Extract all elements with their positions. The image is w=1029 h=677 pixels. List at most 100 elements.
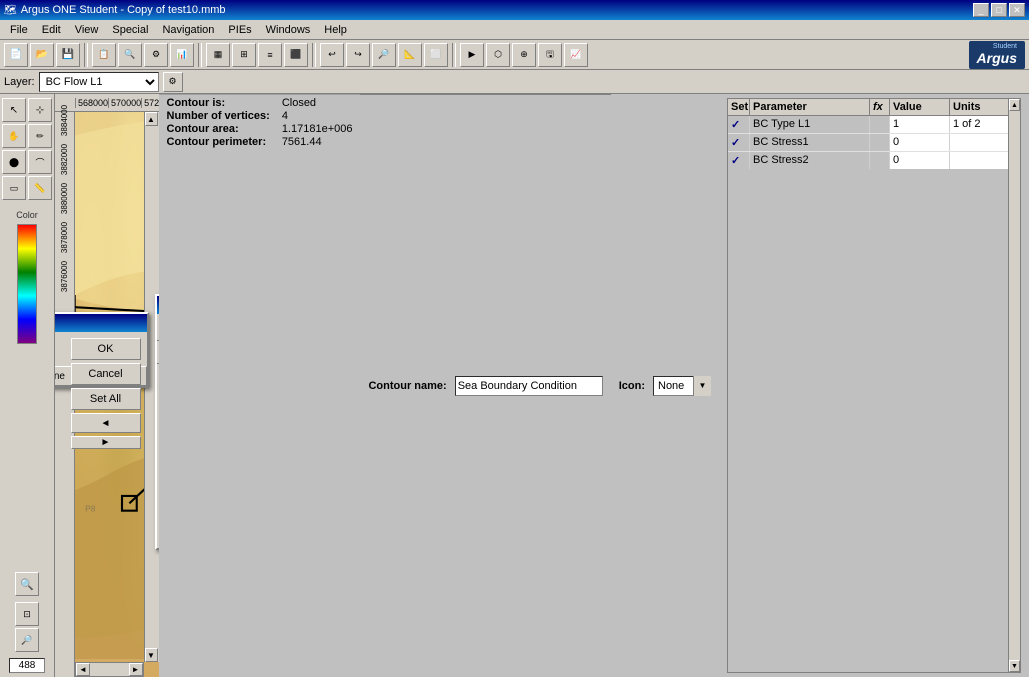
- table-scroll-up[interactable]: ▲: [1009, 99, 1020, 111]
- window-controls: _ □ ✕: [973, 3, 1025, 17]
- region-tool[interactable]: ▭: [2, 176, 26, 200]
- contour-area-label: Contour area:: [167, 123, 270, 135]
- pan-tool[interactable]: ✋: [2, 124, 26, 148]
- measure-tool[interactable]: 📏: [28, 176, 52, 200]
- row1-param: BC Stress1: [750, 134, 870, 151]
- draw-tool[interactable]: ✏: [28, 124, 52, 148]
- tool-row-5: 🔍: [15, 572, 39, 596]
- argus-logo: Student Argus: [969, 41, 1025, 69]
- row0-fx: [870, 116, 890, 133]
- table-scroll-down[interactable]: ▼: [1009, 660, 1020, 672]
- zoom-tool[interactable]: ⊹: [28, 98, 52, 122]
- row1-fx: [870, 134, 890, 151]
- main-toolbar: 📄 📂 💾 📋 🔍 ⚙ 📊 ▦ ⊞ ≡ ⬛ ↩ ↪ 🔎 📐 ⬜ ▶ ⬡ ⊕ 🖫 …: [0, 40, 1029, 70]
- row1-check: ✓: [728, 134, 750, 151]
- menu-navigation[interactable]: Navigation: [156, 22, 220, 38]
- menu-special[interactable]: Special: [106, 22, 154, 38]
- cancel-button[interactable]: Cancel: [71, 363, 141, 385]
- vruler-0: 3884000: [60, 105, 69, 136]
- contour-dialog: Contour Information i Please enter value…: [55, 312, 149, 388]
- tb-btn16[interactable]: ⊕: [512, 43, 536, 67]
- tb-btn8[interactable]: ⬛: [284, 43, 308, 67]
- toolbar-sep2: [198, 43, 202, 67]
- logo-student: Student: [993, 43, 1017, 50]
- open-button[interactable]: 📂: [30, 43, 54, 67]
- tb-btn14[interactable]: ▶: [460, 43, 484, 67]
- vruler-2: 3880000: [60, 183, 69, 214]
- tb-btn3[interactable]: ⚙: [144, 43, 168, 67]
- col-set: Set: [728, 99, 750, 115]
- layer-settings-button[interactable]: ⚙: [163, 72, 183, 92]
- tb-btn13[interactable]: ⬜: [424, 43, 448, 67]
- arc-tool[interactable]: ⌒: [28, 150, 52, 174]
- tb-btn4[interactable]: 📊: [170, 43, 194, 67]
- tb-btn2[interactable]: 🔍: [118, 43, 142, 67]
- tb-btn7[interactable]: ≡: [258, 43, 282, 67]
- nav-forward-button[interactable]: ►: [71, 436, 141, 449]
- new-button[interactable]: 📄: [4, 43, 28, 67]
- row2-value[interactable]: 0: [890, 152, 950, 169]
- contour-perimeter-label: Contour perimeter:: [167, 136, 270, 148]
- tb-btn11[interactable]: 🔎: [372, 43, 396, 67]
- layers-scroll-bottom: ▼: [157, 532, 159, 548]
- save-button[interactable]: 💾: [56, 43, 80, 67]
- tb-btn1[interactable]: 📋: [92, 43, 116, 67]
- menu-view[interactable]: View: [69, 22, 105, 38]
- contour-dialog-title[interactable]: Contour Information: [55, 314, 147, 332]
- contour-info-section: i Please enter value for this contour: O…: [55, 332, 147, 366]
- select-tool[interactable]: ↖: [2, 98, 26, 122]
- contour-perimeter-value: 7561.44: [282, 136, 353, 148]
- tb-btn5[interactable]: ▦: [206, 43, 230, 67]
- maximize-button[interactable]: □: [991, 3, 1007, 17]
- tb-btn17[interactable]: 🖫: [538, 43, 562, 67]
- icon-select[interactable]: None Arrow Circle Square: [653, 376, 711, 396]
- layer-label: Layer:: [4, 76, 35, 88]
- scroll-left-button[interactable]: ◄: [76, 663, 90, 676]
- node-tool[interactable]: ⬤: [2, 150, 26, 174]
- layer-select[interactable]: BC Flow L1: [39, 72, 159, 92]
- contour-action-buttons: OK Cancel Set All ◄ ►: [71, 338, 141, 449]
- table-row-0: ✓ BC Type L1 1 1 of 2: [728, 116, 1020, 134]
- table-scrollbar[interactable]: ▲ ▼: [1008, 99, 1020, 672]
- zoom-fit-tool[interactable]: ⊡: [15, 602, 39, 626]
- set-all-button[interactable]: Set All: [71, 388, 141, 410]
- zoom-in-tool[interactable]: 🔍: [15, 572, 39, 596]
- zoom-out-tool[interactable]: 🔎: [15, 628, 39, 652]
- menu-pies[interactable]: PIEs: [222, 22, 257, 38]
- menu-bar: File Edit View Special Navigation PIEs W…: [0, 20, 1029, 40]
- tb-btn12[interactable]: 📐: [398, 43, 422, 67]
- tb-btn15[interactable]: ⬡: [486, 43, 510, 67]
- minimize-button[interactable]: _: [973, 3, 989, 17]
- scroll-up-button[interactable]: ▲: [145, 112, 158, 126]
- nav-tools: ⊡ 🔎: [15, 602, 39, 652]
- tb-btn18[interactable]: 📈: [564, 43, 588, 67]
- row1-value[interactable]: 0: [890, 134, 950, 151]
- ok-button[interactable]: OK: [71, 338, 141, 360]
- menu-edit[interactable]: Edit: [36, 22, 67, 38]
- menu-windows[interactable]: Windows: [260, 22, 317, 38]
- name-label: Contour name:: [368, 380, 446, 392]
- color-bar[interactable]: [17, 224, 37, 344]
- horizontal-scrollbar[interactable]: ◄ ►: [75, 662, 144, 677]
- layers-dialog-title[interactable]: 🗂 Layers of Copy of test10.mmb ✕: [157, 296, 159, 314]
- num-vertices-value: 4: [282, 110, 353, 122]
- tb-btn6[interactable]: ⊞: [232, 43, 256, 67]
- row0-value[interactable]: 1: [890, 116, 950, 133]
- menu-help[interactable]: Help: [318, 22, 353, 38]
- tb-btn9[interactable]: ↩: [320, 43, 344, 67]
- toolbar-sep4: [452, 43, 456, 67]
- map-area[interactable]: 568000 570000 572000 574000 576000 57800…: [55, 94, 159, 677]
- nav-back-button[interactable]: ◄: [71, 413, 141, 433]
- tb-btn10[interactable]: ↪: [346, 43, 370, 67]
- layers-toolbar: 📄 📋 🗑 ↑ ↓ ⚙: [157, 314, 159, 341]
- menu-file[interactable]: File: [4, 22, 34, 38]
- contour-name-row: Contour name:: [360, 94, 610, 677]
- layers-dialog: 🗂 Layers of Copy of test10.mmb ✕ 📄 📋 🗑 ↑…: [155, 294, 159, 550]
- close-button[interactable]: ✕: [1009, 3, 1025, 17]
- nav-buttons-row: ◄: [71, 413, 141, 433]
- contour-name-input[interactable]: [455, 376, 603, 396]
- ruler-horizontal: 568000 570000 572000 574000 576000 57800…: [55, 94, 159, 112]
- table-scroll-track: [1009, 111, 1020, 660]
- scroll-right-button[interactable]: ►: [129, 663, 143, 676]
- scroll-down-button[interactable]: ▼: [145, 648, 158, 662]
